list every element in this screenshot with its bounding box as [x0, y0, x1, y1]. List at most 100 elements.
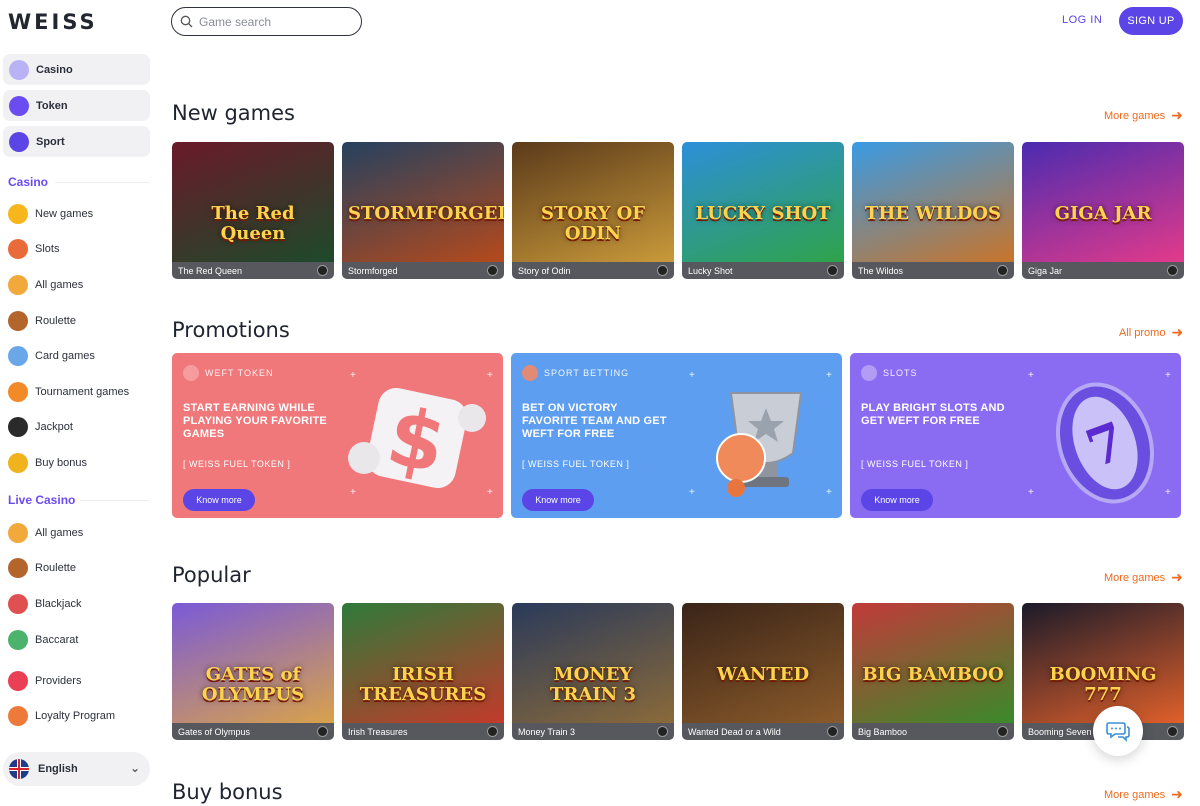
sidebar-item-all-games[interactable]: All games [8, 267, 150, 303]
game-caption: Story of Odin [512, 262, 674, 279]
sparkle-icon: + [1028, 487, 1034, 498]
provider-icon [1167, 265, 1178, 276]
sidebar-item-label: New games [35, 207, 94, 220]
baccarat-icon [8, 629, 28, 650]
sidebar-item-slots[interactable]: Slots [8, 232, 150, 268]
sidebar-item-label: All games [35, 526, 84, 539]
know-more-button[interactable]: Know more [861, 489, 933, 511]
promo-tag-label: SLOTS [883, 368, 918, 378]
roulette-icon [8, 310, 28, 331]
game-card[interactable]: GATES of OLYMPUS Gates of Olympus [172, 603, 334, 740]
more-games-label: More games [1104, 571, 1166, 584]
sidebar-item-buy-bonus[interactable]: Buy bonus [8, 445, 150, 481]
game-card[interactable]: THE WILDOS The Wildos [852, 142, 1014, 279]
promo-subtitle: [ WEISS FUEL TOKEN ] [861, 459, 969, 469]
language-selector[interactable]: English ⌄ [3, 752, 150, 786]
cards-icon [8, 346, 28, 367]
know-more-button[interactable]: Know more [522, 489, 594, 511]
logo[interactable]: WEISS [8, 10, 98, 34]
live-casino-nav-list: All games Roulette Blackjack Baccarat [8, 515, 150, 657]
more-games-link[interactable]: More games ➜ [1104, 107, 1183, 124]
provider-icon [827, 726, 838, 737]
coins-icon [8, 452, 28, 473]
game-thumbnail: BOOMING 777 [1022, 603, 1184, 723]
all-promo-link[interactable]: All promo ➜ [1119, 324, 1183, 341]
game-card[interactable]: MONEY TRAIN 3 Money Train 3 [512, 603, 674, 740]
trophy-ball-icon [716, 392, 803, 497]
main-nav-sport[interactable]: Sport [3, 126, 150, 157]
slot-reel-icon: 7 [1055, 382, 1155, 504]
login-link[interactable]: LOG IN [1062, 14, 1102, 26]
search-box[interactable] [171, 7, 362, 36]
sparkle-icon: + [689, 487, 695, 498]
promo-headline: START EARNING WHILE PLAYING YOUR FAVORIT… [183, 402, 327, 440]
casino-section-title: Casino [8, 175, 49, 189]
basketball-icon [9, 131, 29, 152]
game-logo-text: IRISH TREASURES [359, 664, 487, 705]
more-games-label: More games [1104, 788, 1166, 801]
search-input[interactable] [199, 14, 349, 29]
game-card[interactable]: GIGA JAR Giga Jar [1022, 142, 1184, 279]
sidebar-item-all-games[interactable]: All games [8, 515, 150, 551]
game-thumbnail: BIG BAMBOO [852, 603, 1014, 723]
sidebar-item-tournament-games[interactable]: Tournament games [8, 374, 150, 410]
game-name: Wanted Dead or a Wild [688, 726, 781, 737]
sparkle-icon: + [1028, 370, 1034, 381]
new-games-row: The Red Queen The Red Queen STORMFORGED Sto… [172, 142, 1184, 279]
dollar-token-icon: $ [348, 387, 486, 492]
sparkle-icon: + [1165, 487, 1171, 498]
game-card[interactable]: IRISH TREASURES Irish Treasures [342, 603, 504, 740]
game-card[interactable]: STORY OF ODIN Story of Odin [512, 142, 674, 279]
more-games-link[interactable]: More games ➜ [1104, 569, 1183, 586]
sidebar-item-loyalty-program[interactable]: Loyalty Program [8, 699, 150, 735]
chat-icon [1106, 722, 1130, 742]
game-caption: Money Train 3 [512, 723, 674, 740]
know-more-button[interactable]: Know more [183, 489, 255, 511]
game-logo-text: WANTED [716, 664, 810, 685]
sidebar-item-new-games[interactable]: New games [8, 196, 150, 232]
game-card[interactable]: WANTED Wanted Dead or a Wild [682, 603, 844, 740]
sidebar-item-jackpot[interactable]: Jackpot [8, 410, 150, 446]
game-card[interactable]: The Red Queen The Red Queen [172, 142, 334, 279]
sidebar-item-roulette[interactable]: Roulette [8, 303, 150, 339]
sparkle-icon: + [350, 487, 356, 498]
more-games-link[interactable]: More games ➜ [1104, 786, 1183, 803]
promo-headline: PLAY BRIGHT SLOTS AND GET WEFT FOR FREE [861, 402, 1005, 427]
support-chat-button[interactable] [1093, 706, 1143, 756]
game-logo-text: STORMFORGED [348, 203, 504, 224]
promo-headline: BET ON VICTORY FAVORITE TEAM AND GET WEF… [522, 402, 667, 440]
loyalty-icon [8, 706, 28, 727]
game-card[interactable]: LUCKY SHOT Lucky Shot [682, 142, 844, 279]
game-name: Irish Treasures [348, 726, 408, 737]
sparkle-icon: + [689, 370, 695, 381]
promo-tag-icon [522, 365, 538, 381]
game-caption: Stormforged [342, 262, 504, 279]
game-thumbnail: STORY OF ODIN [512, 142, 674, 262]
promo-card-sport-betting: + + + + SPORT BETTING BET ON VICTORY FAVORITE… [511, 353, 842, 518]
dice-icon [8, 274, 28, 295]
game-caption: Wanted Dead or a Wild [682, 723, 844, 740]
game-card[interactable]: STORMFORGED Stormforged [342, 142, 504, 279]
arrow-right-icon: ➜ [1171, 324, 1184, 340]
sparkle-icon: + [826, 487, 832, 498]
game-thumbnail: LUCKY SHOT [682, 142, 844, 262]
divider [80, 500, 150, 501]
sidebar-item-providers[interactable]: Providers [8, 663, 150, 699]
main-nav-token[interactable]: Token [3, 90, 150, 121]
sidebar-item-baccarat[interactable]: Baccarat [8, 622, 150, 658]
roulette-icon [8, 558, 28, 579]
sidebar-item-blackjack[interactable]: Blackjack [8, 586, 150, 622]
game-thumbnail: GIGA JAR [1022, 142, 1184, 262]
provider-icon [997, 265, 1008, 276]
provider-icon [827, 265, 838, 276]
sidebar-item-card-games[interactable]: Card games [8, 338, 150, 374]
game-caption: Gates of Olympus [172, 723, 334, 740]
sidebar-item-roulette[interactable]: Roulette [8, 551, 150, 587]
sidebar-item-label: Roulette [35, 314, 76, 327]
main-nav-casino[interactable]: Casino [3, 54, 150, 85]
game-name: The Red Queen [178, 265, 243, 276]
game-card[interactable]: BIG BAMBOO Big Bamboo [852, 603, 1014, 740]
main-nav-label: Sport [36, 135, 65, 148]
signup-button[interactable]: SIGN UP [1119, 7, 1183, 35]
sparkle-icon: + [487, 370, 493, 381]
